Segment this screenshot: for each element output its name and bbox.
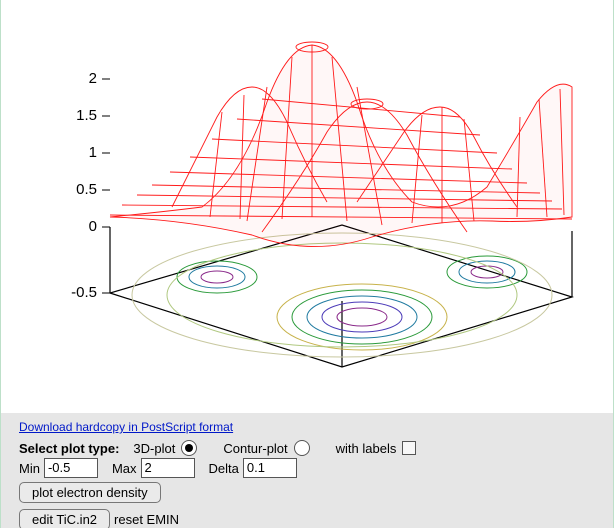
z-tick-0: 0 bbox=[89, 218, 97, 235]
z-tick-0_5: 0.5 bbox=[76, 181, 97, 198]
surface-plot-svg: 2 1.5 1 0.5 0 -0.5 bbox=[12, 7, 602, 407]
reset-emin-label: reset EMIN bbox=[114, 512, 179, 527]
option-contour-label: Contur-plot bbox=[223, 441, 287, 456]
with-labels-label: with labels bbox=[336, 441, 397, 456]
radio-contour-plot[interactable] bbox=[294, 440, 310, 456]
min-input[interactable]: -0.5 bbox=[44, 458, 98, 478]
radio-3d-plot[interactable] bbox=[181, 440, 197, 456]
z-tick-1: 1 bbox=[89, 144, 97, 161]
plot-electron-density-button[interactable]: plot electron density bbox=[19, 482, 161, 503]
option-3d-label: 3D-plot bbox=[133, 441, 175, 456]
delta-input[interactable]: 0.1 bbox=[243, 458, 297, 478]
max-label: Max bbox=[112, 461, 137, 476]
checkbox-with-labels[interactable] bbox=[402, 441, 416, 455]
control-panel: Download hardcopy in PostScript format S… bbox=[1, 413, 613, 528]
max-input[interactable]: 2 bbox=[141, 458, 195, 478]
z-tick-m0_5: -0.5 bbox=[71, 284, 97, 301]
download-postscript-link[interactable]: Download hardcopy in PostScript format bbox=[19, 420, 233, 434]
delta-label: Delta bbox=[209, 461, 239, 476]
edit-tic-in2-button[interactable]: edit TiC.in2 bbox=[19, 509, 110, 528]
min-label: Min bbox=[19, 461, 40, 476]
z-tick-1_5: 1.5 bbox=[76, 107, 97, 124]
select-plot-type-label: Select plot type: bbox=[19, 441, 119, 456]
plot-3d-surface: 2 1.5 1 0.5 0 -0.5 bbox=[1, 0, 613, 413]
z-tick-2: 2 bbox=[89, 70, 97, 87]
